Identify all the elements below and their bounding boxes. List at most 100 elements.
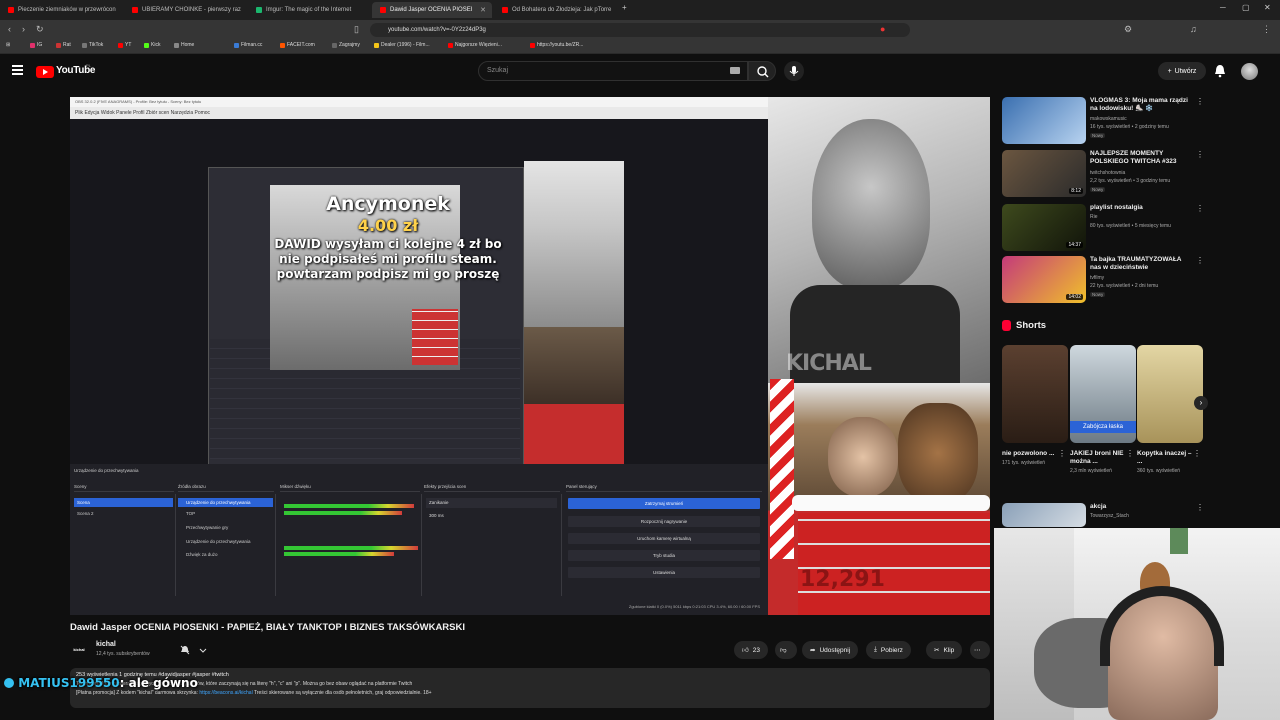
create-button[interactable]: + Utwórz — [1158, 62, 1206, 80]
short-title[interactable]: JAKIEJ broni NIE można ... — [1070, 450, 1126, 466]
browser-tab-active[interactable]: Dawid Jasper OCENIA PIOSEI ✕ — [372, 2, 492, 18]
bookmark-item[interactable]: Kick — [144, 42, 160, 48]
bookmark-item[interactable]: https://youtu.be/ZR... — [530, 42, 583, 48]
settings-button[interactable]: Ustawienia — [568, 567, 760, 578]
more-options-icon[interactable]: ⋮ — [1193, 449, 1201, 458]
extension-icon[interactable]: ● — [880, 24, 885, 34]
keyboard-icon[interactable] — [730, 67, 740, 74]
bookmark-item[interactable]: Najgorsze Więzieni... — [448, 42, 502, 48]
hamburger-menu-icon[interactable] — [12, 65, 23, 75]
search-button[interactable] — [748, 61, 776, 81]
more-actions-button[interactable]: ⋯ — [970, 641, 990, 659]
recommended-channel[interactable]: twitchshotownia — [1090, 170, 1125, 176]
description-box[interactable]: 253 wyświetlenia 1 godzinę temu #dawidja… — [70, 668, 990, 708]
minimize-icon[interactable]: ─ — [1220, 3, 1226, 12]
source-item[interactable]: Dźwięk za dużo — [178, 550, 273, 559]
shorts-next-button[interactable]: › — [1194, 396, 1208, 410]
youtube-logo-icon[interactable] — [36, 66, 54, 78]
source-item[interactable]: Urządzenie do przechwytywania — [178, 498, 273, 507]
close-tab-icon[interactable]: ✕ — [480, 6, 486, 14]
recommended-video[interactable]: 14:02 Ta bajka TRAUMATYZOWAŁA nas w dzie… — [1002, 256, 1208, 308]
clip-button[interactable]: ✂ Klip — [926, 641, 963, 659]
short-thumbnail[interactable]: Zabójcza łaska — [1070, 345, 1136, 443]
more-options-icon[interactable]: ⋮ — [1196, 204, 1204, 213]
recommended-title[interactable]: NAJLEPSZE MOMENTY POLSKIEGO TWITCHA #323 — [1090, 150, 1194, 166]
scene-item[interactable]: Scena 2 — [74, 509, 173, 518]
apps-icon[interactable]: ⊞ — [6, 42, 10, 48]
notifications-bell-icon[interactable] — [1214, 64, 1226, 78]
channel-avatar[interactable]: kichal — [70, 641, 88, 659]
video-thumbnail[interactable]: 8:12 — [1002, 150, 1086, 197]
extension-icon[interactable]: ⚙ — [1124, 24, 1132, 35]
recommended-video[interactable]: VLOGMAS 3: Moja mama rządzi na lodowisku… — [1002, 97, 1208, 149]
scene-item[interactable]: Scena — [74, 498, 173, 507]
source-item[interactable]: TOP — [178, 509, 273, 518]
short-title[interactable]: Kopytka inaczej – ... — [1137, 450, 1193, 466]
short-item[interactable]: Zabójcza łaska JAKIEJ broni NIE można ..… — [1070, 345, 1136, 475]
more-options-icon[interactable]: ⋮ — [1196, 503, 1204, 512]
recommended-title[interactable]: playlist nostalgia — [1090, 204, 1194, 212]
more-options-icon[interactable]: ⋮ — [1196, 97, 1204, 106]
short-item[interactable]: Kopytka inaczej – ... 360 tys. wyświetle… — [1137, 345, 1203, 475]
subscribed-bell-button[interactable] — [174, 643, 208, 657]
menu-kebab-icon[interactable]: ⋮ — [1262, 24, 1271, 35]
bookmark-item[interactable]: Rat — [56, 42, 71, 48]
bookmark-item[interactable]: TikTok — [82, 42, 103, 48]
source-item[interactable]: Przechwytywanie gry — [178, 523, 273, 532]
channel-name[interactable]: kichal — [96, 641, 116, 648]
stop-stream-button[interactable]: Zatrzymaj strumień — [568, 498, 760, 509]
description-link[interactable]: https://beacons.ai/kichal — [199, 690, 252, 696]
url-field[interactable]: youtube.com/watch?v=-0Y2z24dP3g — [370, 23, 910, 37]
video-thumbnail[interactable] — [1002, 503, 1086, 527]
more-options-icon[interactable]: ⋮ — [1126, 449, 1134, 458]
browser-tab[interactable]: Imgur: The magic of the Internet — [248, 2, 372, 18]
bookmark-item[interactable]: Home — [174, 42, 194, 48]
new-tab-icon[interactable]: + — [622, 3, 627, 12]
bookmark-item[interactable]: FACEIT.com — [280, 42, 315, 48]
video-thumbnail[interactable]: 14:37 — [1002, 204, 1086, 251]
reload-icon[interactable]: ↻ — [36, 24, 44, 35]
browser-tab[interactable]: Pieczenie ziemniaków w przewrócon — [0, 2, 124, 18]
back-icon[interactable]: ‹ — [8, 24, 11, 34]
share-button[interactable]: ➦ Udostępnij — [802, 641, 859, 659]
short-thumbnail[interactable] — [1002, 345, 1068, 443]
short-title[interactable]: nie pozwolono ... — [1002, 450, 1058, 458]
account-avatar[interactable] — [1241, 63, 1258, 80]
transition-duration[interactable]: 300 ms — [426, 511, 557, 521]
browser-tab[interactable]: Od Bohatera do Złodzieja: Jak pTorre — [494, 2, 618, 18]
search-input[interactable]: Szukaj — [478, 61, 748, 81]
recommended-channel[interactable]: Towarzysz_Stach — [1090, 513, 1129, 519]
forward-icon[interactable]: › — [22, 24, 25, 34]
more-options-icon[interactable]: ⋮ — [1196, 256, 1204, 265]
more-options-icon[interactable]: ⋮ — [1196, 150, 1204, 159]
recommended-channel[interactable]: makowskamusic — [1090, 116, 1127, 122]
like-button[interactable]: 👍︎ 23 — [734, 641, 769, 659]
browser-tab[interactable]: UBIERAMY CHOINKE - pierwszy raz — [124, 2, 248, 18]
short-item[interactable]: nie pozwolono ... 171 tys. wyświetleń ⋮ — [1002, 345, 1068, 467]
more-options-icon[interactable]: ⋮ — [1058, 449, 1066, 458]
bookmark-item[interactable]: Filman.cc — [234, 42, 262, 48]
voice-search-button[interactable] — [784, 61, 804, 81]
video-thumbnail[interactable] — [1002, 97, 1086, 144]
bookmark-item[interactable]: Zagrajmy — [332, 42, 360, 48]
studio-mode-button[interactable]: Tryb studia — [568, 550, 760, 561]
bookmark-item[interactable]: YT — [118, 42, 131, 48]
bookmark-item[interactable]: Dealer (1996) - Film... — [374, 42, 430, 48]
source-item[interactable]: Urządzenie do przechwytywania — [178, 537, 273, 546]
download-button[interactable]: ⤓ Pobierz — [866, 641, 911, 659]
video-player[interactable]: OBS 32.0.2 (FIVE ANAGRAMS) - Profile: Be… — [70, 97, 990, 615]
transition-select[interactable]: Zanikanie — [426, 498, 557, 508]
recommended-title[interactable]: Ta bajka TRAUMATYZOWAŁA nas w dzieciństw… — [1090, 256, 1194, 272]
start-recording-button[interactable]: Rozpocznij nagrywanie — [568, 516, 760, 527]
extension-icon[interactable]: ♫ — [1190, 24, 1197, 34]
bookmark-page-icon[interactable]: ▯ — [354, 24, 359, 35]
dislike-button[interactable]: 👎︎ — [775, 641, 797, 659]
video-thumbnail[interactable]: 14:02 — [1002, 256, 1086, 303]
maximize-icon[interactable]: ▢ — [1242, 3, 1250, 12]
recommended-video[interactable]: 8:12 NAJLEPSZE MOMENTY POLSKIEGO TWITCHA… — [1002, 150, 1208, 202]
close-window-icon[interactable]: ✕ — [1264, 3, 1271, 12]
recommended-title[interactable]: akcja — [1090, 503, 1194, 511]
virtual-camera-button[interactable]: Uruchom kamerę wirtualną — [568, 533, 760, 544]
short-thumbnail[interactable] — [1137, 345, 1203, 443]
recommended-channel[interactable]: tvfilmy — [1090, 275, 1104, 281]
